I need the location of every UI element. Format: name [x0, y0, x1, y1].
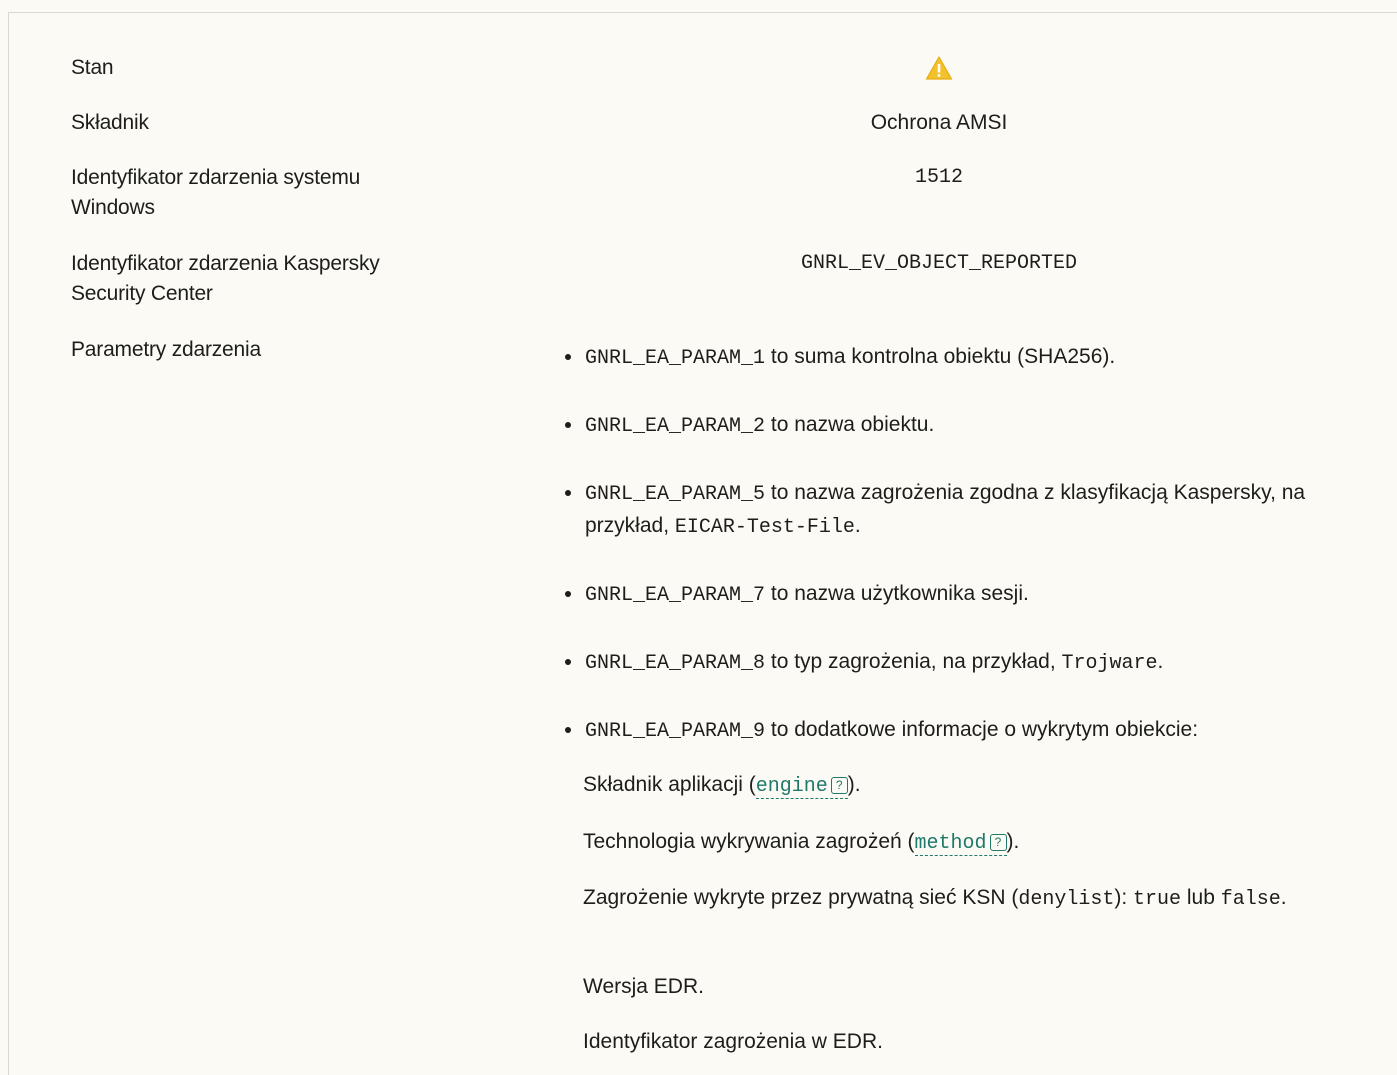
row-label-stan: Stan	[71, 56, 114, 79]
row-label-windows-event-id: Identyfikator zdarzenia systemu Windows	[71, 166, 361, 219]
row-label-ksc-event-id: Identyfikator zdarzenia Kaspersky Securi…	[71, 252, 380, 305]
detail-engine: Składnik aplikacji (engine?).	[583, 773, 861, 799]
row-label-skladnik: Składnik	[71, 111, 149, 134]
detail-ksn: Zagrożenie wykryte przez prywatną sieć K…	[583, 886, 1287, 911]
warning-triangle-icon	[925, 56, 953, 80]
list-item: GNRL_EA_PARAM_2 to nazwa obiektu.	[565, 409, 1345, 442]
engine-link[interactable]: engine?	[755, 775, 848, 799]
method-link[interactable]: method?	[914, 832, 1007, 856]
event-details-table: Stan Składnik Ochrona AMSI Identyfikator…	[8, 12, 1397, 1075]
row-label-event-params: Parametry zdarzenia	[71, 338, 261, 361]
row-value-ksc-event-id: GNRL_EV_OBJECT_REPORTED	[800, 252, 1078, 275]
detail-method: Technologia wykrywania zagrożeń (method?…	[583, 830, 1020, 856]
help-icon[interactable]: ?	[989, 834, 1007, 851]
list-item: GNRL_EA_PARAM_9 to dodatkowe informacje …	[565, 714, 1345, 747]
detail-edr-version: Wersja EDR.	[583, 975, 704, 998]
detail-edr-threat-id: Identyfikator zagrożenia w EDR.	[583, 1030, 883, 1053]
list-item: GNRL_EA_PARAM_7 to nazwa użytkownika ses…	[565, 578, 1345, 611]
row-value-windows-event-id: 1512	[914, 166, 963, 189]
list-item: GNRL_EA_PARAM_1 to suma kontrolna obiekt…	[565, 341, 1345, 374]
list-item: GNRL_EA_PARAM_5 to nazwa zagrożenia zgod…	[565, 477, 1345, 543]
help-icon[interactable]: ?	[830, 777, 848, 794]
event-params-list: GNRL_EA_PARAM_1 to suma kontrolna obiekt…	[565, 341, 1345, 782]
list-item: GNRL_EA_PARAM_8 to typ zagrożenia, na pr…	[565, 646, 1345, 679]
row-value-skladnik: Ochrona AMSI	[870, 111, 1008, 134]
